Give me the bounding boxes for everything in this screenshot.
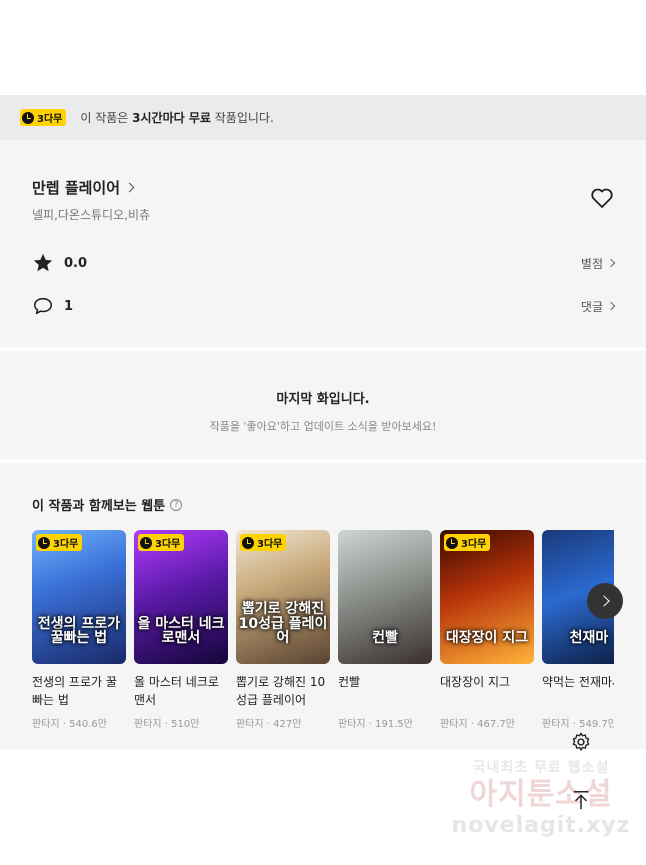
recommendation-heading-text: 이 작품과 함께보는 웹툰 bbox=[32, 499, 166, 514]
watermark: 국내최초 무료 웹소설 아지툰소설 novelagit.xyz bbox=[446, 757, 636, 838]
clock-icon bbox=[242, 536, 254, 549]
series-title-link[interactable]: 만렙 플레이어 bbox=[32, 177, 135, 198]
webtoon-title[interactable]: 올 마스터 네크로맨서 bbox=[134, 673, 228, 709]
notice-text-bold: 3시간마다 무료 bbox=[132, 111, 211, 125]
series-title: 만렙 플레이어 bbox=[32, 179, 121, 197]
webtoon-title[interactable]: 뽑기로 강해진 10성급 플레이어 bbox=[236, 673, 330, 709]
watermark-line3: novelagit.xyz bbox=[451, 813, 631, 838]
rating-value: 0.0 bbox=[64, 255, 88, 271]
chevron-right-icon bbox=[597, 595, 610, 607]
speech-bubble-icon bbox=[33, 297, 53, 315]
free-badge: 3다무 bbox=[20, 109, 67, 126]
free-badge-label: 3다무 bbox=[155, 539, 181, 550]
comments-link[interactable]: 댓글 bbox=[580, 298, 616, 315]
gear-icon bbox=[572, 732, 590, 751]
notice-text-post: 작품입니다. bbox=[210, 111, 274, 125]
rating-link-label: 별점 bbox=[580, 256, 603, 271]
comments-link-label: 댓글 bbox=[580, 299, 603, 314]
cover-title-art: 전생의 프로가 꿀빠는 법 bbox=[37, 615, 121, 647]
heart-icon[interactable] bbox=[590, 187, 614, 209]
free-badge: 3다무 bbox=[138, 534, 185, 551]
free-badge: 3다무 bbox=[240, 534, 287, 551]
webtoon-title[interactable]: 전생의 프로가 꿀빠는 법 bbox=[32, 673, 126, 709]
webtoon-meta: 판타지 · 191.5만 bbox=[338, 719, 413, 730]
rating-row: 0.0 별점 bbox=[32, 252, 616, 274]
recommendation-heading: 이 작품과 함께보는 웹툰 ? bbox=[32, 495, 614, 514]
clock-icon bbox=[38, 536, 50, 549]
arrow-up-icon bbox=[573, 791, 589, 810]
cover-title-art: 천재마 bbox=[569, 630, 609, 647]
star-icon bbox=[33, 253, 53, 272]
question-icon[interactable]: ? bbox=[170, 498, 183, 511]
free-badge-label: 3다무 bbox=[461, 539, 487, 550]
webtoon-card[interactable]: 3다무 올 마스터 네크로맨서 올 마스터 네크로맨서 판타지 · 510만 bbox=[134, 530, 228, 730]
webtoon-card[interactable]: 3다무 대장장이 지그 대장장이 지그 판타지 · 467.7만 bbox=[440, 530, 534, 730]
bottom-area: 국내최초 무료 웹소설 아지툰소설 novelagit.xyz bbox=[0, 732, 646, 865]
comments-row: 1 댓글 bbox=[32, 295, 616, 317]
chevron-right-icon bbox=[124, 182, 135, 193]
webtoon-cover[interactable]: 3다무전생의 프로가 꿀빠는 법 bbox=[32, 530, 126, 664]
webtoon-title[interactable]: 컨빨 bbox=[338, 673, 432, 709]
webtoon-meta: 판타지 · 510만 bbox=[134, 719, 200, 730]
free-badge-label: 3다무 bbox=[53, 539, 79, 550]
webtoon-cover[interactable]: 3다무올 마스터 네크로맨서 bbox=[134, 530, 228, 664]
webtoon-meta: 판타지 · 540.6만 bbox=[32, 719, 107, 730]
free-badge: 3다무 bbox=[444, 534, 491, 551]
free-badge-label: 3다무 bbox=[37, 114, 63, 125]
rating-link[interactable]: 별점 bbox=[580, 255, 616, 272]
watermark-line2: 아지툰소설 bbox=[469, 777, 613, 812]
watermark-line1: 국내최초 무료 웹소설 bbox=[472, 760, 610, 776]
webtoon-card[interactable]: 천재마약먹는 전재마사판타지 · 549.7만 bbox=[542, 530, 614, 730]
cover-title-art: 올 마스터 네크로맨서 bbox=[137, 615, 225, 647]
series-authors: 넬피,다온스튜디오,비츄 bbox=[32, 208, 151, 222]
cover-title-art: 대장장이 지그 bbox=[445, 630, 529, 647]
notice-text-pre: 이 작품은 bbox=[80, 111, 133, 125]
webtoon-cover[interactable]: 컨빨 bbox=[338, 530, 432, 664]
clock-icon bbox=[140, 536, 152, 549]
last-episode-subtitle: 작품을 '좋아요'하고 업데이트 소식을 받아보세요! bbox=[209, 420, 437, 433]
webtoon-title[interactable]: 대장장이 지그 bbox=[440, 673, 534, 709]
free-notice-bar: 3다무 이 작품은 3시간마다 무료 작품입니다. bbox=[0, 95, 646, 140]
last-episode-title: 마지막 화입니다. bbox=[276, 392, 370, 407]
recommendation-section: 이 작품과 함께보는 웹툰 ? 3다무 전생의 프로가 꿀빠는 법 전생의 프로가 … bbox=[0, 463, 646, 749]
cover-title-art: 뽑기로 강해진 10성급 플레이어 bbox=[238, 600, 328, 647]
webtoon-meta: 판타지 · 467.7만 bbox=[440, 719, 515, 730]
webtoon-card[interactable]: 컨빨 컨빨 판타지 · 191.5만 bbox=[338, 530, 432, 730]
chevron-right-icon bbox=[606, 258, 616, 268]
settings-button[interactable] bbox=[566, 727, 596, 757]
clock-icon bbox=[446, 536, 458, 549]
chevron-right-icon bbox=[606, 301, 616, 311]
cover-title-art: 컨빨 bbox=[372, 630, 398, 647]
last-episode-panel: 마지막 화입니다. 작품을 '좋아요'하고 업데이트 소식을 받아보세요! bbox=[0, 351, 646, 459]
recommendation-carousel: 3다무 전생의 프로가 꿀빠는 법 전생의 프로가 꿀빠는 법 판타지 · 540.6… bbox=[32, 530, 614, 730]
webtoon-title[interactable]: 약먹는 전재마사 bbox=[542, 673, 614, 709]
comments-count: 1 bbox=[64, 298, 74, 314]
top-blank-area bbox=[0, 0, 646, 95]
clock-icon bbox=[22, 111, 34, 124]
carousel-next-button[interactable] bbox=[587, 583, 623, 619]
webtoon-card[interactable]: 3다무 전생의 프로가 꿀빠는 법 전생의 프로가 꿀빠는 법 판타지 · 540.6… bbox=[32, 530, 126, 730]
series-info-panel: 만렙 플레이어 넬피,다온스튜디오,비츄 0.0 별점 1 댓글 bbox=[0, 140, 646, 347]
free-badge-label: 3다무 bbox=[257, 539, 283, 550]
webtoon-card[interactable]: 3다무 뽑기로 강해진 10성급 플레이어 뽑기로 강해진 10성급 플레이어 판타지… bbox=[236, 530, 330, 730]
free-badge: 3다무 bbox=[36, 534, 83, 551]
webtoon-cover[interactable]: 3다무뽑기로 강해진 10성급 플레이어 bbox=[236, 530, 330, 664]
scroll-top-button[interactable] bbox=[566, 785, 596, 815]
webtoon-meta: 판타지 · 427만 bbox=[236, 719, 302, 730]
notice-text: 이 작품은 3시간마다 무료 작품입니다. bbox=[80, 109, 273, 126]
webtoon-cover[interactable]: 3다무대장장이 지그 bbox=[440, 530, 534, 664]
